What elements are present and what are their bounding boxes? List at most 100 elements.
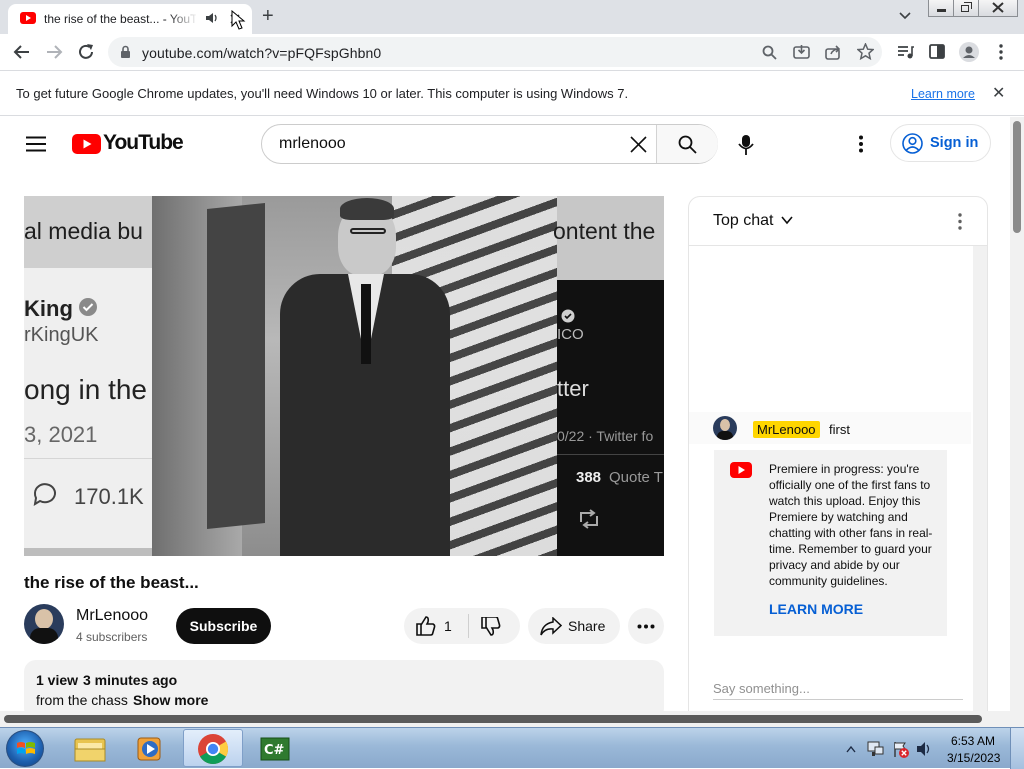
youtube-logo-icon[interactable] [72, 134, 101, 154]
channel-name[interactable]: MrLenooo [76, 607, 148, 625]
chrome-menu-icon[interactable] [998, 44, 1004, 60]
thumbnail-center-scene [152, 196, 557, 556]
dislike-button[interactable] [469, 608, 520, 644]
horizontal-scroll-thumb[interactable] [4, 715, 982, 723]
thumbnail-person-glasses [350, 228, 386, 234]
search-input[interactable]: mrlenooo [279, 135, 346, 153]
youtube-favicon-icon [20, 12, 36, 24]
bookmark-star-icon[interactable] [857, 43, 874, 60]
show-more-link[interactable]: Show more [133, 692, 208, 708]
minimize-button[interactable] [928, 0, 954, 17]
video-title: the rise of the beast... [24, 573, 199, 592]
retweet-icon [580, 509, 598, 529]
share-page-icon[interactable] [825, 44, 842, 60]
view-count: 1 view [36, 672, 79, 688]
thumbnail-text: ontent the [553, 218, 656, 244]
page-vertical-scrollbar[interactable] [1010, 117, 1024, 711]
premiere-learn-more-link[interactable]: LEARN MORE [769, 601, 863, 617]
csharp-editor-icon: C# [260, 737, 290, 761]
top-chat-dropdown[interactable]: Top chat [713, 212, 773, 230]
like-count: 1 [444, 618, 452, 634]
thumbnail-divider [24, 458, 152, 459]
sign-in-button[interactable]: Sign in [890, 124, 991, 162]
account-circle-icon [902, 133, 923, 154]
search-icon [678, 135, 697, 154]
upload-time: 3 minutes ago [83, 672, 178, 688]
thumbnail-left-panel: al media bu King rKingUK ong in the 3, 2… [24, 196, 152, 548]
youtube-logo-text[interactable]: YouTube [103, 131, 184, 155]
zoom-search-icon[interactable] [762, 45, 777, 60]
show-desktop-button[interactable] [1010, 728, 1024, 769]
restore-button[interactable] [953, 0, 979, 17]
page-horizontal-scrollbar[interactable] [0, 711, 1024, 727]
premiere-notice: Premiere in progress: you're officially … [714, 450, 947, 636]
tab-title-fade [168, 8, 198, 28]
settings-more-icon[interactable] [858, 135, 864, 153]
taskbar-explorer-button[interactable] [62, 729, 118, 767]
chevron-down-icon[interactable] [781, 216, 793, 225]
search-box[interactable]: mrlenooo [261, 124, 718, 164]
thumbnail-text: King [24, 296, 73, 321]
network-icon[interactable] [866, 740, 884, 758]
side-panel-icon[interactable] [929, 44, 945, 59]
infobar-learn-more-link[interactable]: Learn more [911, 87, 975, 101]
verified-badge-icon [79, 298, 97, 316]
chat-scrollbar[interactable] [973, 246, 987, 711]
thumbnail-person-tie [361, 284, 371, 364]
thumbnail-text: ong in the [24, 374, 147, 405]
hamburger-menu-icon[interactable] [26, 136, 46, 152]
chat-input[interactable]: Say something... [713, 681, 963, 700]
description-box[interactable]: 1 view 3 minutes ago from the chass Show… [24, 660, 664, 711]
more-actions-button[interactable] [628, 608, 664, 644]
thumbs-up-icon [416, 616, 436, 636]
like-dislike-group: 1 [404, 608, 520, 644]
premiere-message: Premiere in progress: you're officially … [769, 462, 933, 588]
share-button[interactable]: Share [528, 608, 620, 644]
browser-tab-active[interactable]: the rise of the beast... - YouTube [8, 4, 252, 34]
back-arrow-icon[interactable] [13, 44, 31, 60]
browser-toolbar: youtube.com/watch?v=pFQFspGhbn0 [0, 34, 1024, 70]
lock-icon[interactable] [120, 45, 131, 59]
media-player-icon [137, 737, 161, 761]
speaker-icon[interactable] [205, 12, 218, 24]
subscriber-count: 4 subscribers [76, 630, 148, 644]
clock-date[interactable]: 3/15/2023 [947, 751, 1000, 765]
channel-avatar[interactable] [24, 604, 64, 644]
clear-search-icon[interactable] [630, 136, 647, 153]
reload-icon[interactable] [77, 43, 95, 61]
chat-more-icon[interactable] [957, 213, 963, 230]
volume-speaker-icon[interactable] [916, 741, 932, 757]
vertical-scroll-thumb[interactable] [1013, 121, 1021, 233]
thumbnail-person-hair [340, 198, 394, 220]
start-orb-button[interactable] [6, 730, 44, 767]
taskbar-media-player-button[interactable] [122, 729, 178, 767]
media-controls-icon[interactable] [897, 44, 915, 60]
voice-search-mic-icon[interactable] [738, 134, 754, 156]
infobar-close-icon[interactable]: ✕ [992, 83, 1005, 103]
search-button[interactable] [656, 125, 718, 163]
profile-avatar-icon[interactable] [959, 42, 979, 62]
taskbar-csharp-button[interactable]: C# [248, 729, 304, 767]
action-center-flag-icon[interactable] [892, 740, 910, 758]
thumbnail-text: 388 [576, 469, 602, 486]
taskbar-chrome-button[interactable] [183, 729, 243, 767]
video-player[interactable]: al media bu King rKingUK ong in the 3, 2… [24, 196, 664, 556]
url-text[interactable]: youtube.com/watch?v=pFQFspGhbn0 [142, 45, 381, 61]
window-close-button[interactable] [978, 0, 1018, 17]
clock-time[interactable]: 6:53 AM [951, 734, 995, 748]
address-bar[interactable]: youtube.com/watch?v=pFQFspGhbn0 [108, 37, 882, 67]
page-viewport: YouTube mrlenooo Sign in al media bu Kin… [0, 117, 1024, 711]
forward-arrow-icon[interactable] [45, 44, 63, 60]
new-tab-button[interactable]: + [262, 5, 274, 28]
mouse-cursor-icon [231, 10, 246, 30]
chat-message-author[interactable]: MrLenooo [753, 421, 820, 438]
chat-author-avatar[interactable] [713, 416, 737, 440]
tab-search-chevron-icon[interactable] [898, 10, 912, 22]
show-hidden-icons-chevron-icon[interactable] [846, 745, 856, 753]
subscribe-button[interactable]: Subscribe [176, 608, 271, 644]
like-button[interactable]: 1 [404, 608, 468, 644]
install-app-icon[interactable] [793, 44, 810, 60]
youtube-logo-icon [730, 462, 752, 478]
more-horizontal-icon [637, 624, 655, 629]
avatar-face [35, 609, 53, 629]
